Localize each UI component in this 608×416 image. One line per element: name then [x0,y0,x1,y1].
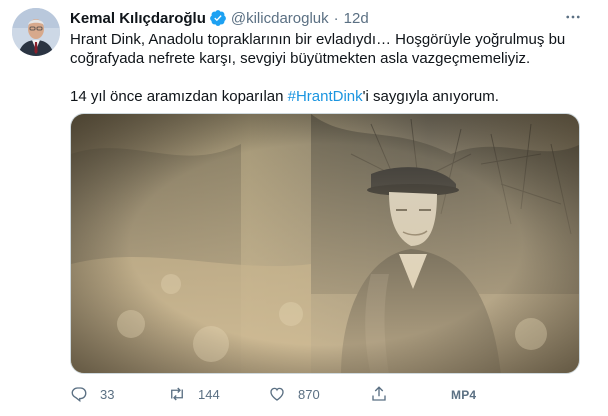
tweet-actions: 33 144 870 MP4 [70,385,590,407]
tweet-text-line: Hrant Dink, Anadolu topraklarının bir ev… [70,31,566,48]
hashtag-link[interactable]: #HrantDink [288,88,363,105]
tweet-text-line: coğrafyada nefrete karşı, sevgiyi büyütm… [70,50,531,67]
share-icon [372,386,386,401]
more-options-icon [566,15,580,19]
tweet-header: Kemal Kılıçdaroğlu @kilicdarogluk · 12d [70,8,369,28]
avatar-image [12,8,60,56]
retweet-count: 144 [198,386,220,402]
tweet-text-segment: 14 yıl önce aramızdan koparılan [70,88,288,105]
more-options-button[interactable] [558,6,588,28]
tweet-video[interactable] [70,113,580,374]
verified-badge-icon [209,10,226,26]
video-thumbnail [71,114,579,373]
avatar[interactable] [12,8,60,56]
like-button[interactable]: 870 [268,385,320,403]
share-button[interactable] [370,385,388,403]
separator-dot: · [333,9,339,27]
author-name[interactable]: Kemal Kılıçdaroğlu [70,10,206,27]
tweet-text: Hrant Dink, Anadolu topraklarının bir ev… [70,30,590,106]
retweet-icon [171,387,183,401]
media-type-label: MP4 [451,388,477,402]
reply-button[interactable]: 33 [70,385,114,403]
like-count: 870 [298,386,320,402]
author-handle[interactable]: @kilicdarogluk [231,10,329,27]
heart-icon [270,387,284,401]
reply-count: 33 [100,386,115,402]
retweet-button[interactable]: 144 [168,385,220,403]
tweet-text-line: 14 yıl önce aramızdan koparılan #HrantDi… [70,87,590,106]
reply-icon [71,387,87,403]
tweet-time[interactable]: 12d [344,10,369,27]
tweet-card[interactable]: Kemal Kılıçdaroğlu @kilicdarogluk · 12d … [0,0,608,416]
tweet-text-segment: 'i saygıyla anıyorum. [362,88,499,105]
